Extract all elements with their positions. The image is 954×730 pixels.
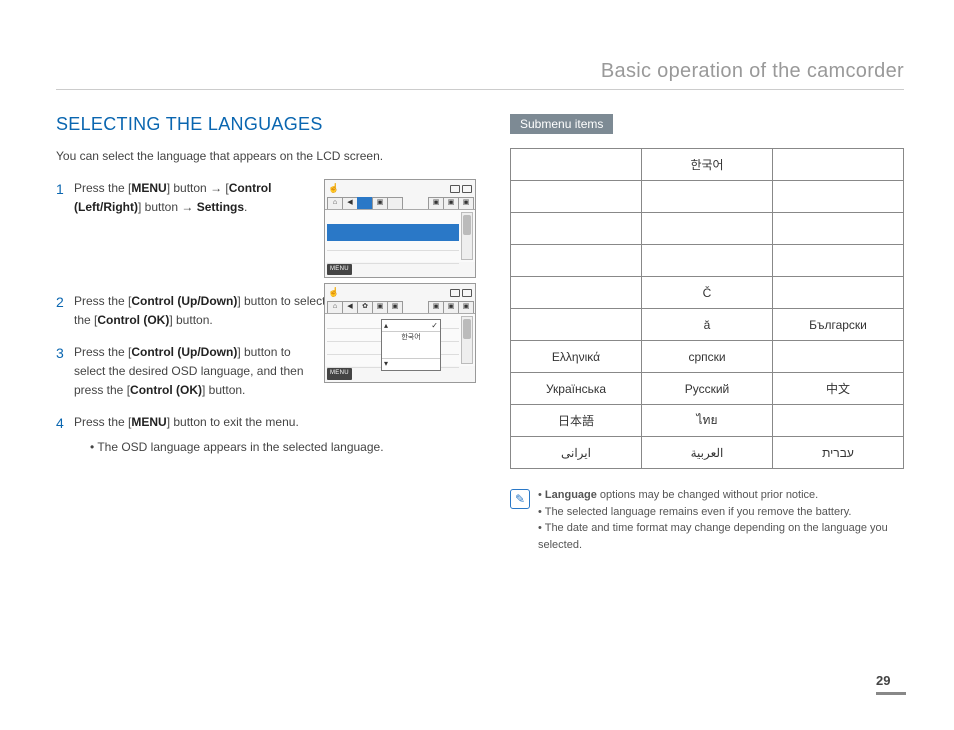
lcd-selection-bar <box>327 224 459 241</box>
lcd-tab: ▣ <box>443 301 459 313</box>
step-3-text: Press the [Control (Up/Down)] button to … <box>74 343 310 399</box>
dropdown-item: 한국어 <box>382 332 440 345</box>
table-cell <box>511 213 642 245</box>
lcd-tab: ▣ <box>458 301 474 313</box>
language-table: 한국어 ČăБългарски ΕλληνικάсрпскиУкраїнськаРу… <box>510 148 904 469</box>
lcd-tab: ▣ <box>387 301 403 313</box>
page-number: 29 <box>876 673 906 695</box>
step-number: 1 <box>56 179 64 201</box>
table-cell <box>642 213 773 245</box>
section-title: SELECTING THE LANGUAGES <box>56 114 476 135</box>
note-item: The date and time format may change depe… <box>538 520 904 553</box>
lcd-tab <box>387 197 403 209</box>
step-number: 4 <box>56 413 64 435</box>
lcd-mock-language: ☝ ⌂ ◀ ✿ ▣ ▣ ▣ ▣ <box>324 283 476 382</box>
table-cell: Українська <box>511 373 642 405</box>
table-cell <box>773 213 904 245</box>
table-cell: Ελληνικά <box>511 341 642 373</box>
note-item: Language options may be changed without … <box>538 487 904 504</box>
table-cell: Č <box>642 277 773 309</box>
hand-icon: ☝ <box>328 286 339 300</box>
step-number: 3 <box>56 343 64 365</box>
battery-icon <box>450 289 472 297</box>
intro-text: You can select the language that appears… <box>56 149 476 163</box>
table-cell <box>773 341 904 373</box>
step-1-text: Press the [MENU] button → [Control (Left… <box>74 179 310 216</box>
table-cell <box>773 149 904 181</box>
table-cell: ไทย <box>642 405 773 437</box>
hand-icon: ☝ <box>328 182 339 196</box>
battery-icon <box>450 185 472 193</box>
lcd-tab-settings: ✿ <box>357 197 373 209</box>
scrollbar <box>461 212 473 260</box>
steps-list: 1 Press the [MENU] button → [Control (Le… <box>56 179 476 456</box>
lcd-mock-settings: ☝ ⌂ ◀ ✿ ▣ ▣ ▣ <box>324 179 476 278</box>
table-cell <box>773 181 904 213</box>
table-cell <box>773 245 904 277</box>
lcd-tab: ⌂ <box>327 301 343 313</box>
table-cell: 한국어 <box>642 149 773 181</box>
right-column: Submenu items 한국어 ČăБългарски Ελληνικάсрпс… <box>510 114 904 553</box>
table-cell: ایرانی <box>511 437 642 469</box>
lcd-tab: ▣ <box>458 197 474 209</box>
table-cell <box>773 405 904 437</box>
lcd-tab: ◀ <box>342 197 358 209</box>
lcd-tab: ▣ <box>372 301 388 313</box>
table-cell <box>511 245 642 277</box>
menu-badge: MENU <box>327 368 352 379</box>
table-cell <box>511 149 642 181</box>
lcd-tab: ▣ <box>428 301 444 313</box>
lcd-tab: ◀ <box>342 301 358 313</box>
note-item: The selected language remains even if yo… <box>538 504 904 521</box>
table-cell: Български <box>773 309 904 341</box>
step-4-sub: The OSD language appears in the selected… <box>90 438 476 457</box>
lcd-tab: ▣ <box>443 197 459 209</box>
page-header-title: Basic operation of the camcorder <box>56 60 904 90</box>
step-4-text: Press the [MENU] button to exit the menu… <box>74 413 476 432</box>
scrollbar <box>461 316 473 364</box>
chevron-up-icon: ▴ <box>384 320 388 332</box>
chevron-down-icon: ▾ <box>384 358 388 370</box>
step-number: 2 <box>56 292 64 314</box>
table-cell: 日本語 <box>511 405 642 437</box>
table-cell <box>511 309 642 341</box>
table-cell <box>773 277 904 309</box>
note-icon: ✎ <box>510 489 530 509</box>
lcd-tab: ▣ <box>372 197 388 209</box>
dropdown-item <box>382 345 440 358</box>
lcd-tab: ⌂ <box>327 197 343 209</box>
left-column: SELECTING THE LANGUAGES You can select t… <box>56 114 476 553</box>
submenu-heading: Submenu items <box>510 114 613 134</box>
lcd-tab: ✿ <box>357 301 373 313</box>
table-cell: العربية <box>642 437 773 469</box>
table-cell <box>511 277 642 309</box>
menu-badge: MENU <box>327 264 352 275</box>
notes-list: Language options may be changed without … <box>538 487 904 553</box>
table-cell: ă <box>642 309 773 341</box>
table-cell <box>511 181 642 213</box>
lcd-tab: ▣ <box>428 197 444 209</box>
table-cell: עברית <box>773 437 904 469</box>
table-cell: српски <box>642 341 773 373</box>
table-cell <box>642 245 773 277</box>
table-cell: 中文 <box>773 373 904 405</box>
language-dropdown: ▴✓ 한국어 ▾ <box>381 319 441 371</box>
table-cell <box>642 181 773 213</box>
table-cell: Русский <box>642 373 773 405</box>
